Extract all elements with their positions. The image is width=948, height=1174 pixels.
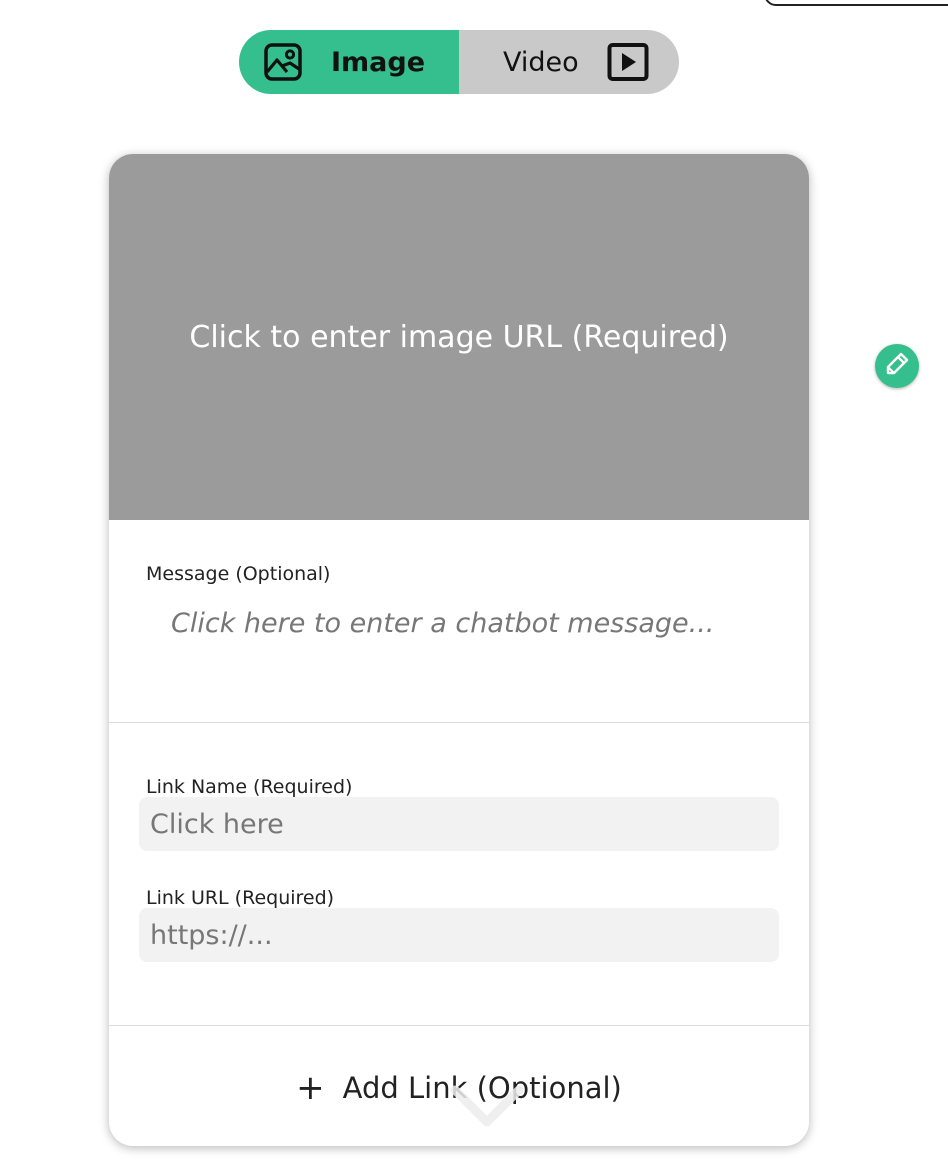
link-name-placeholder: Click here [150, 808, 284, 840]
message-input[interactable]: Click here to enter a chatbot message... [171, 608, 714, 639]
link-url-input[interactable]: https://... [139, 908, 779, 962]
video-toggle-button[interactable]: Video [459, 30, 679, 94]
link-url-placeholder: https://... [150, 919, 273, 951]
video-toggle-label: Video [503, 46, 579, 78]
media-type-toggle: Image Video [239, 30, 679, 94]
image-toggle-button[interactable]: Image [239, 30, 459, 94]
play-box-icon [607, 42, 649, 82]
plus-icon: + [296, 1068, 325, 1108]
link-name-input[interactable]: Click here [139, 797, 779, 851]
top-right-element-edge [764, 0, 948, 6]
divider [109, 1025, 809, 1026]
link-name-label: Link Name (Required) [146, 776, 353, 798]
message-label: Message (Optional) [146, 563, 331, 585]
chevron-down-icon[interactable] [447, 1080, 527, 1135]
image-url-area[interactable]: Click to enter image URL (Required) [109, 154, 809, 520]
pencil-icon [884, 351, 910, 381]
edit-button[interactable] [875, 344, 919, 388]
link-url-label: Link URL (Required) [146, 887, 335, 909]
image-toggle-label: Image [331, 46, 426, 78]
image-icon [263, 42, 303, 82]
divider [109, 722, 809, 723]
image-card-editor: Click to enter image URL (Required) Mess… [109, 154, 809, 1146]
image-url-prompt: Click to enter image URL (Required) [189, 319, 729, 355]
